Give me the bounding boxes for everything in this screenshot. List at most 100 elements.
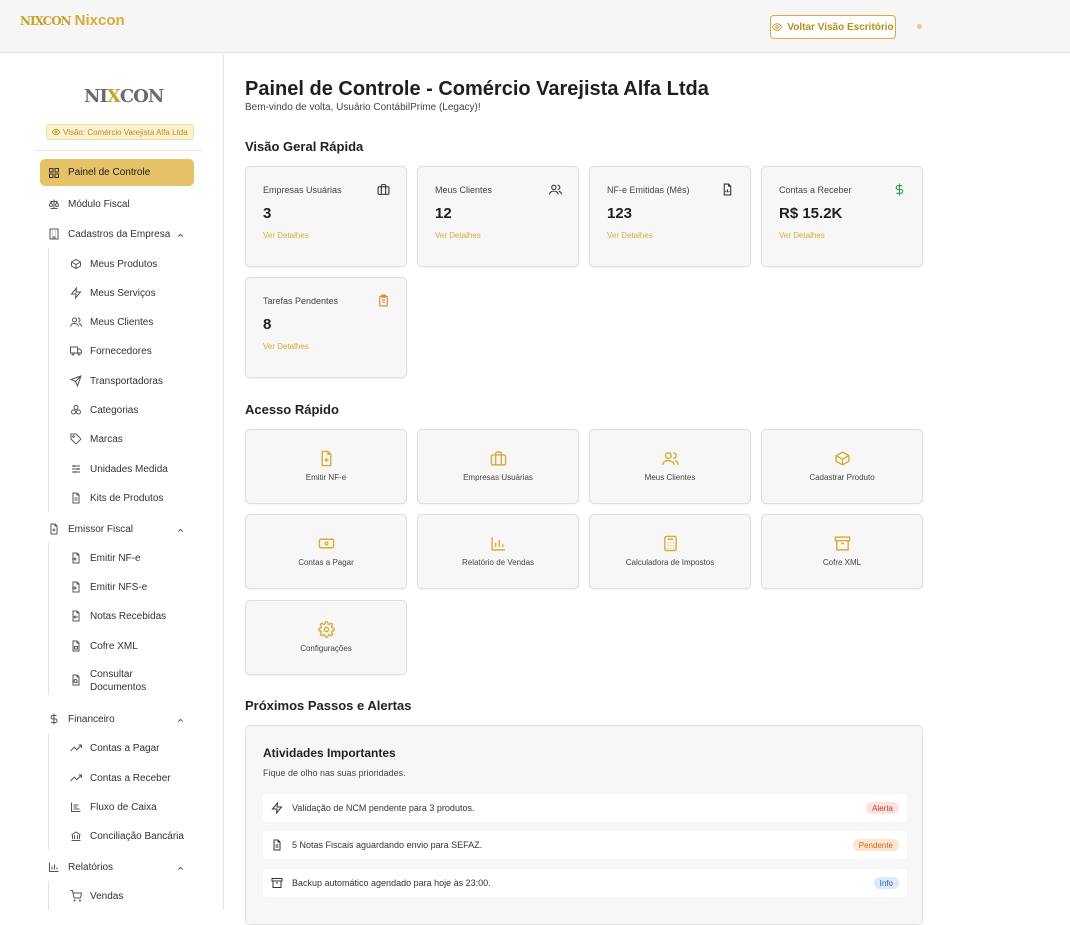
file-text-icon xyxy=(273,839,281,851)
file-list-icon xyxy=(72,492,80,504)
bank-icon xyxy=(71,831,81,841)
brand[interactable]: NIXCON Nixcon xyxy=(20,12,125,29)
send-icon xyxy=(70,375,82,387)
sidebar-item-clientes[interactable]: Meus Clientes xyxy=(70,316,153,328)
chevron-up-icon[interactable] xyxy=(176,231,185,240)
brand-logo-mark: NIXCON xyxy=(20,13,72,28)
sidebar-item-pagar[interactable]: Contas a Pagar xyxy=(70,742,160,754)
alert-row[interactable]: 5 Notas Fiscais aguardando envio para SE… xyxy=(263,831,907,859)
sidebar-item-relatorios[interactable]: Relatórios xyxy=(48,861,113,873)
quick-relatorio-vendas[interactable]: Relatório de Vendas xyxy=(417,514,579,589)
sidebar-item-produtos[interactable]: Meus Produtos xyxy=(70,258,157,270)
bar-chart-icon xyxy=(491,537,505,551)
sidebar-item-notas-recebidas[interactable]: Notas Recebidas xyxy=(70,610,166,622)
stat-card-nfe: NF-e Emitidas (Mês) 123 Ver Detalhes xyxy=(589,166,751,267)
file-plus-icon xyxy=(321,450,332,467)
file-chart-icon xyxy=(723,183,732,196)
back-to-office-button[interactable]: Voltar Visão Escritório xyxy=(770,15,896,39)
sidebar-item-unidades[interactable]: Unidades Medida xyxy=(70,463,168,475)
sidebar-item-financeiro[interactable]: Financeiro xyxy=(48,713,115,725)
sidebar-item-vendas[interactable]: Vendas xyxy=(70,890,123,902)
clipboard-icon xyxy=(379,294,388,307)
sidebar-item-fornecedores[interactable]: Fornecedores xyxy=(70,345,152,357)
gear-icon xyxy=(318,621,335,638)
dollar-icon xyxy=(50,713,58,725)
overview-title: Visão Geral Rápida xyxy=(245,139,364,154)
chevron-up-icon[interactable] xyxy=(176,716,185,725)
users-icon xyxy=(549,184,562,195)
quick-clientes[interactable]: Meus Clientes xyxy=(589,429,751,504)
alerts-panel-title: Atividades Importantes xyxy=(263,746,396,760)
chevron-up-icon[interactable] xyxy=(176,526,185,535)
top-bar: NIXCON Nixcon Voltar Visão Escritório xyxy=(0,0,1070,53)
alerts-section-title: Próximos Passos e Alertas xyxy=(245,698,412,713)
tag-icon xyxy=(70,433,82,445)
alert-row[interactable]: Backup automático agendado para hoje às … xyxy=(263,869,907,897)
stat-card-receber: Contas a Receber R$ 15.2K Ver Detalhes xyxy=(761,166,923,267)
ver-detalhes-link[interactable]: Ver Detalhes xyxy=(607,231,653,240)
briefcase-icon xyxy=(377,184,390,195)
ver-detalhes-link[interactable]: Ver Detalhes xyxy=(263,342,309,351)
trend-up-icon xyxy=(70,774,82,782)
scale-icon xyxy=(48,199,60,209)
quick-calculadora-impostos[interactable]: Calculadora de Impostos xyxy=(589,514,751,589)
bar-chart-icon xyxy=(49,862,59,872)
box-icon xyxy=(835,451,850,466)
quick-access-title: Acesso Rápido xyxy=(245,402,339,417)
quick-emitir-nfe[interactable]: Emitir NF-e xyxy=(245,429,407,504)
file-arrow-icon xyxy=(72,552,80,564)
sidebar-item-conciliacao[interactable]: Conciliação Bancária xyxy=(70,830,184,842)
building-icon xyxy=(49,228,59,240)
sidebar-item-kits[interactable]: Kits de Produtos xyxy=(70,492,163,504)
sidebar-item-categorias[interactable]: Categorias xyxy=(70,404,138,416)
sidebar-item-consultar[interactable]: Consultar Documentos xyxy=(70,668,146,694)
shapes-icon xyxy=(71,405,81,415)
sidebar-item-transportadoras[interactable]: Transportadoras xyxy=(70,375,163,387)
users-icon xyxy=(70,317,82,327)
archive-icon xyxy=(834,536,851,551)
sidebar-item-painel[interactable]: Painel de Controle xyxy=(40,159,194,186)
sidebar-item-emitir-nfse[interactable]: Emitir NFS-e xyxy=(70,581,147,593)
ver-detalhes-link[interactable]: Ver Detalhes xyxy=(779,231,825,240)
quick-cofre-xml[interactable]: Cofre XML xyxy=(761,514,923,589)
sidebar-item-cadastros[interactable]: Cadastros da Empresa xyxy=(48,228,188,240)
ver-detalhes-link[interactable]: Ver Detalhes xyxy=(263,231,309,240)
lightning-icon xyxy=(271,802,283,814)
brand-name: Nixcon xyxy=(74,12,125,29)
file-arrow-icon xyxy=(72,581,80,593)
sidebar-logo: NIXCON xyxy=(84,86,164,107)
sidebar-item-emissor[interactable]: Emissor Fiscal xyxy=(48,523,133,535)
quick-empresas[interactable]: Empresas Usuárias xyxy=(417,429,579,504)
alert-row[interactable]: Validação de NCM pendente para 3 produto… xyxy=(263,794,907,822)
briefcase-icon xyxy=(490,451,507,466)
cart-icon xyxy=(70,890,82,902)
sidebar: NIXCON Visão: Comércio Varejista Alfa Lt… xyxy=(0,54,224,910)
dollar-icon xyxy=(895,183,904,196)
quick-contas-pagar[interactable]: Contas a Pagar xyxy=(245,514,407,589)
users-icon xyxy=(662,452,679,465)
box-icon xyxy=(71,258,81,270)
ver-detalhes-link[interactable]: Ver Detalhes xyxy=(435,231,481,240)
grid-icon xyxy=(49,167,59,178)
sidebar-item-marcas[interactable]: Marcas xyxy=(70,433,123,445)
sidebar-item-fluxo[interactable]: Fluxo de Caixa xyxy=(70,801,157,813)
emissor-subline xyxy=(48,543,49,695)
sidebar-item-emitir-nfe[interactable]: Emitir NF-e xyxy=(70,552,141,564)
file-lock-icon xyxy=(72,640,80,652)
sidebar-item-receber[interactable]: Contas a Receber xyxy=(70,772,171,784)
relatorios-subline xyxy=(48,881,49,910)
quick-configuracoes[interactable]: Configurações xyxy=(245,600,407,675)
chevron-up-icon[interactable] xyxy=(176,864,185,873)
vision-badge: Visão: Comércio Varejista Alfa Ltda xyxy=(46,124,194,140)
sidebar-item-modulo-fiscal[interactable]: Módulo Fiscal xyxy=(48,198,130,210)
trend-up-icon xyxy=(70,744,82,752)
archive-icon xyxy=(271,878,283,888)
truck-icon xyxy=(70,346,82,356)
sidebar-item-servicos[interactable]: Meus Serviços xyxy=(70,287,156,299)
file-import-icon xyxy=(72,610,80,622)
sidebar-item-cofre[interactable]: Cofre XML xyxy=(70,640,138,652)
status-dot xyxy=(917,24,922,29)
quick-cadastrar-produto[interactable]: Cadastrar Produto xyxy=(761,429,923,504)
sliders-icon xyxy=(72,465,80,473)
bar-list-icon xyxy=(71,802,81,812)
